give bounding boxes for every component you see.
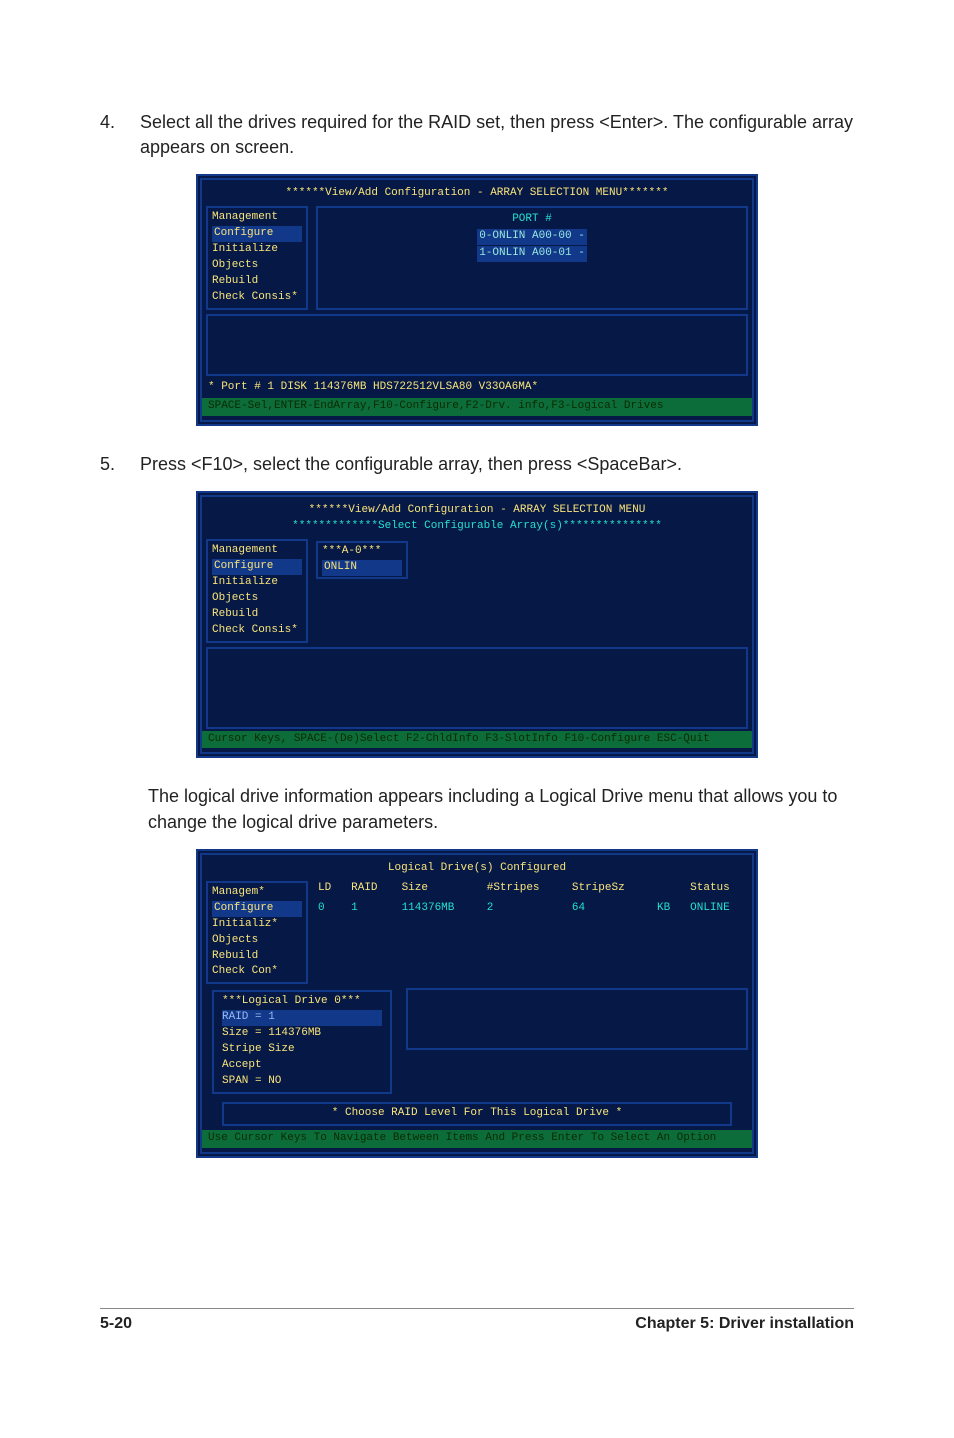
td-unit: KB [651, 899, 684, 919]
menu2-rebuild: Rebuild [212, 607, 302, 623]
step5-text: Press <F10>, select the configurable arr… [140, 452, 854, 477]
menu-configure: Configure [212, 226, 302, 242]
logical-drive-menu: ***Logical Drive 0*** RAID = 1 Size = 11… [212, 990, 392, 1094]
scr1-title-post: ******* [622, 187, 668, 199]
menu-management: Management [212, 210, 302, 226]
scr2-blank [206, 647, 748, 729]
scr1-help-bar: SPACE-Sel,ENTER-EndArray,F10-Configure,F… [202, 398, 752, 416]
menu3-configure: Configure [212, 901, 302, 917]
menu2-configure: Configure [212, 559, 302, 575]
td-status: ONLINE [684, 899, 752, 919]
a0-box-label: ***A-0*** [322, 544, 402, 560]
scr2-side-menu: Management Configure Initialize Objects … [206, 539, 308, 643]
th-blank [651, 879, 684, 899]
scr3-help-bar: Use Cursor Keys To Navigate Between Item… [202, 1130, 752, 1148]
menu-objects: Objects [212, 258, 302, 274]
menu-check-consis: Check Consis* [212, 290, 302, 306]
td-stripesz: 64 [566, 899, 651, 919]
logical-drive-table: LD RAID Size #Stripes StripeSz Status 0 … [312, 879, 752, 919]
menu2-objects: Objects [212, 591, 302, 607]
screenshot-logical-drive: Logical Drive(s) Configured Managem* Con… [196, 849, 758, 1158]
port-label: PORT # [512, 212, 552, 228]
th-size: Size [396, 879, 481, 899]
scr1-blank [206, 314, 748, 376]
scr2-body: ***A-0*** ONLIN [312, 537, 752, 645]
th-ld: LD [312, 879, 345, 899]
scr3-table-title: Logical Drive(s) Configured [388, 862, 566, 874]
ld-box-title: ***Logical Drive 0*** [222, 994, 382, 1010]
scr2-title: ARRAY SELECTION MENU [513, 504, 645, 516]
menu2-management: Management [212, 543, 302, 559]
ld-stripe: Stripe Size [222, 1042, 382, 1058]
th-stripesz: StripeSz [566, 879, 651, 899]
drive-row-0: 0-ONLIN A00-00 - [477, 229, 587, 245]
menu-rebuild: Rebuild [212, 274, 302, 290]
ld-span: SPAN = NO [222, 1074, 382, 1090]
td-ld: 0 [312, 899, 345, 919]
menu3-management: Managem* [212, 885, 302, 901]
drive-row-1: 1-ONLIN A00-01 - [477, 246, 587, 262]
th-raid: RAID [345, 879, 395, 899]
scr2-title-pre: ******View/Add Configuration - [309, 504, 514, 516]
menu3-rebuild: Rebuild [212, 949, 302, 965]
scr2-help-bar: Cursor Keys, SPACE-(De)Select F2-ChldInf… [202, 731, 752, 749]
td-raid: 1 [345, 899, 395, 919]
ld-raid: RAID = 1 [222, 1010, 382, 1026]
th-stripes: #Stripes [481, 879, 566, 899]
td-size: 114376MB [396, 899, 481, 919]
menu3-objects: Objects [212, 933, 302, 949]
scr2-subtitle: *************Select Configurable Array(s… [208, 519, 746, 535]
td-stripes: 2 [481, 899, 566, 919]
scr3-side-blank [406, 988, 748, 1050]
screenshot-array-selection: ******View/Add Configuration - ARRAY SEL… [196, 174, 758, 425]
step4-num: 4. [100, 110, 140, 160]
ld-caption: The logical drive information appears in… [148, 784, 854, 834]
scr3-side-menu: Managem* Configure Initializ* Objects Re… [206, 881, 308, 985]
step5-num: 5. [100, 452, 140, 477]
menu-initialize: Initialize [212, 242, 302, 258]
menu3-initialize: Initializ* [212, 917, 302, 933]
scr1-side-menu: Management Configure Initialize Objects … [206, 206, 308, 310]
choose-raid-box: * Choose RAID Level For This Logical Dri… [222, 1102, 732, 1126]
menu2-initialize: Initialize [212, 575, 302, 591]
scr1-title: ARRAY SELECTION MENU [490, 187, 622, 199]
page-footer-left: 5-20 [100, 1315, 132, 1333]
page-footer-right: Chapter 5: Driver installation [635, 1315, 854, 1333]
scr1-sel-row: * Port # 1 DISK 114376MB HDS722512VLSA80… [202, 378, 752, 398]
menu2-check-consis: Check Consis* [212, 623, 302, 639]
screenshot-select-configurable-array: ******View/Add Configuration - ARRAY SEL… [196, 491, 758, 758]
ld-size: Size = 114376MB [222, 1026, 382, 1042]
step4-text: Select all the drives required for the R… [140, 110, 854, 160]
scr1-body: PORT # 0-ONLIN A00-00 - 1-ONLIN A00-01 - [316, 206, 748, 310]
scr1-title-pre: ******View/Add Configuration - [286, 187, 491, 199]
th-status: Status [684, 879, 752, 899]
menu3-check-con: Check Con* [212, 964, 302, 980]
ld-accept: Accept [222, 1058, 382, 1074]
a0-box-sel: ONLIN [322, 560, 402, 576]
table-row: 0 1 114376MB 2 64 KB ONLINE [312, 899, 752, 919]
